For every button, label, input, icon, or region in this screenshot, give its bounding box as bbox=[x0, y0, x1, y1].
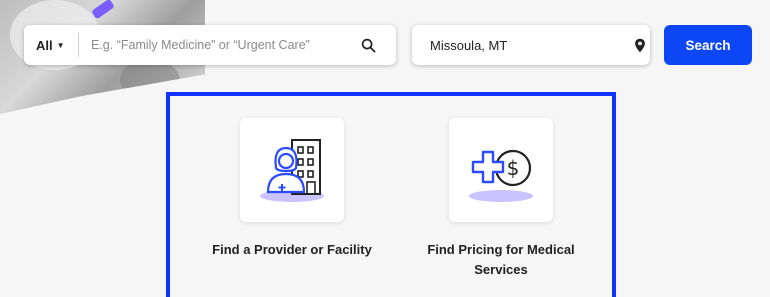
location-input[interactable] bbox=[428, 36, 622, 54]
search-bar: All ▼ bbox=[24, 25, 396, 65]
search-icon[interactable] bbox=[359, 36, 377, 54]
medical-pricing-icon: $ bbox=[461, 128, 541, 213]
divider bbox=[78, 33, 79, 57]
location-bar bbox=[412, 25, 650, 65]
find-pricing-tile[interactable]: $ bbox=[449, 118, 553, 222]
provider-building-icon bbox=[252, 128, 332, 213]
find-provider-tile[interactable] bbox=[240, 118, 344, 222]
caret-down-icon: ▼ bbox=[56, 40, 65, 50]
find-pricing-label[interactable]: Find Pricing for Medical Services bbox=[408, 240, 594, 280]
location-pin-icon[interactable] bbox=[634, 38, 646, 53]
find-provider-label[interactable]: Find a Provider or Facility bbox=[186, 240, 398, 260]
svg-text:$: $ bbox=[507, 156, 520, 180]
search-input[interactable] bbox=[89, 37, 359, 53]
category-select-label: All bbox=[36, 37, 53, 53]
search-button[interactable]: Search bbox=[664, 25, 752, 65]
category-select[interactable]: All ▼ bbox=[24, 38, 72, 53]
